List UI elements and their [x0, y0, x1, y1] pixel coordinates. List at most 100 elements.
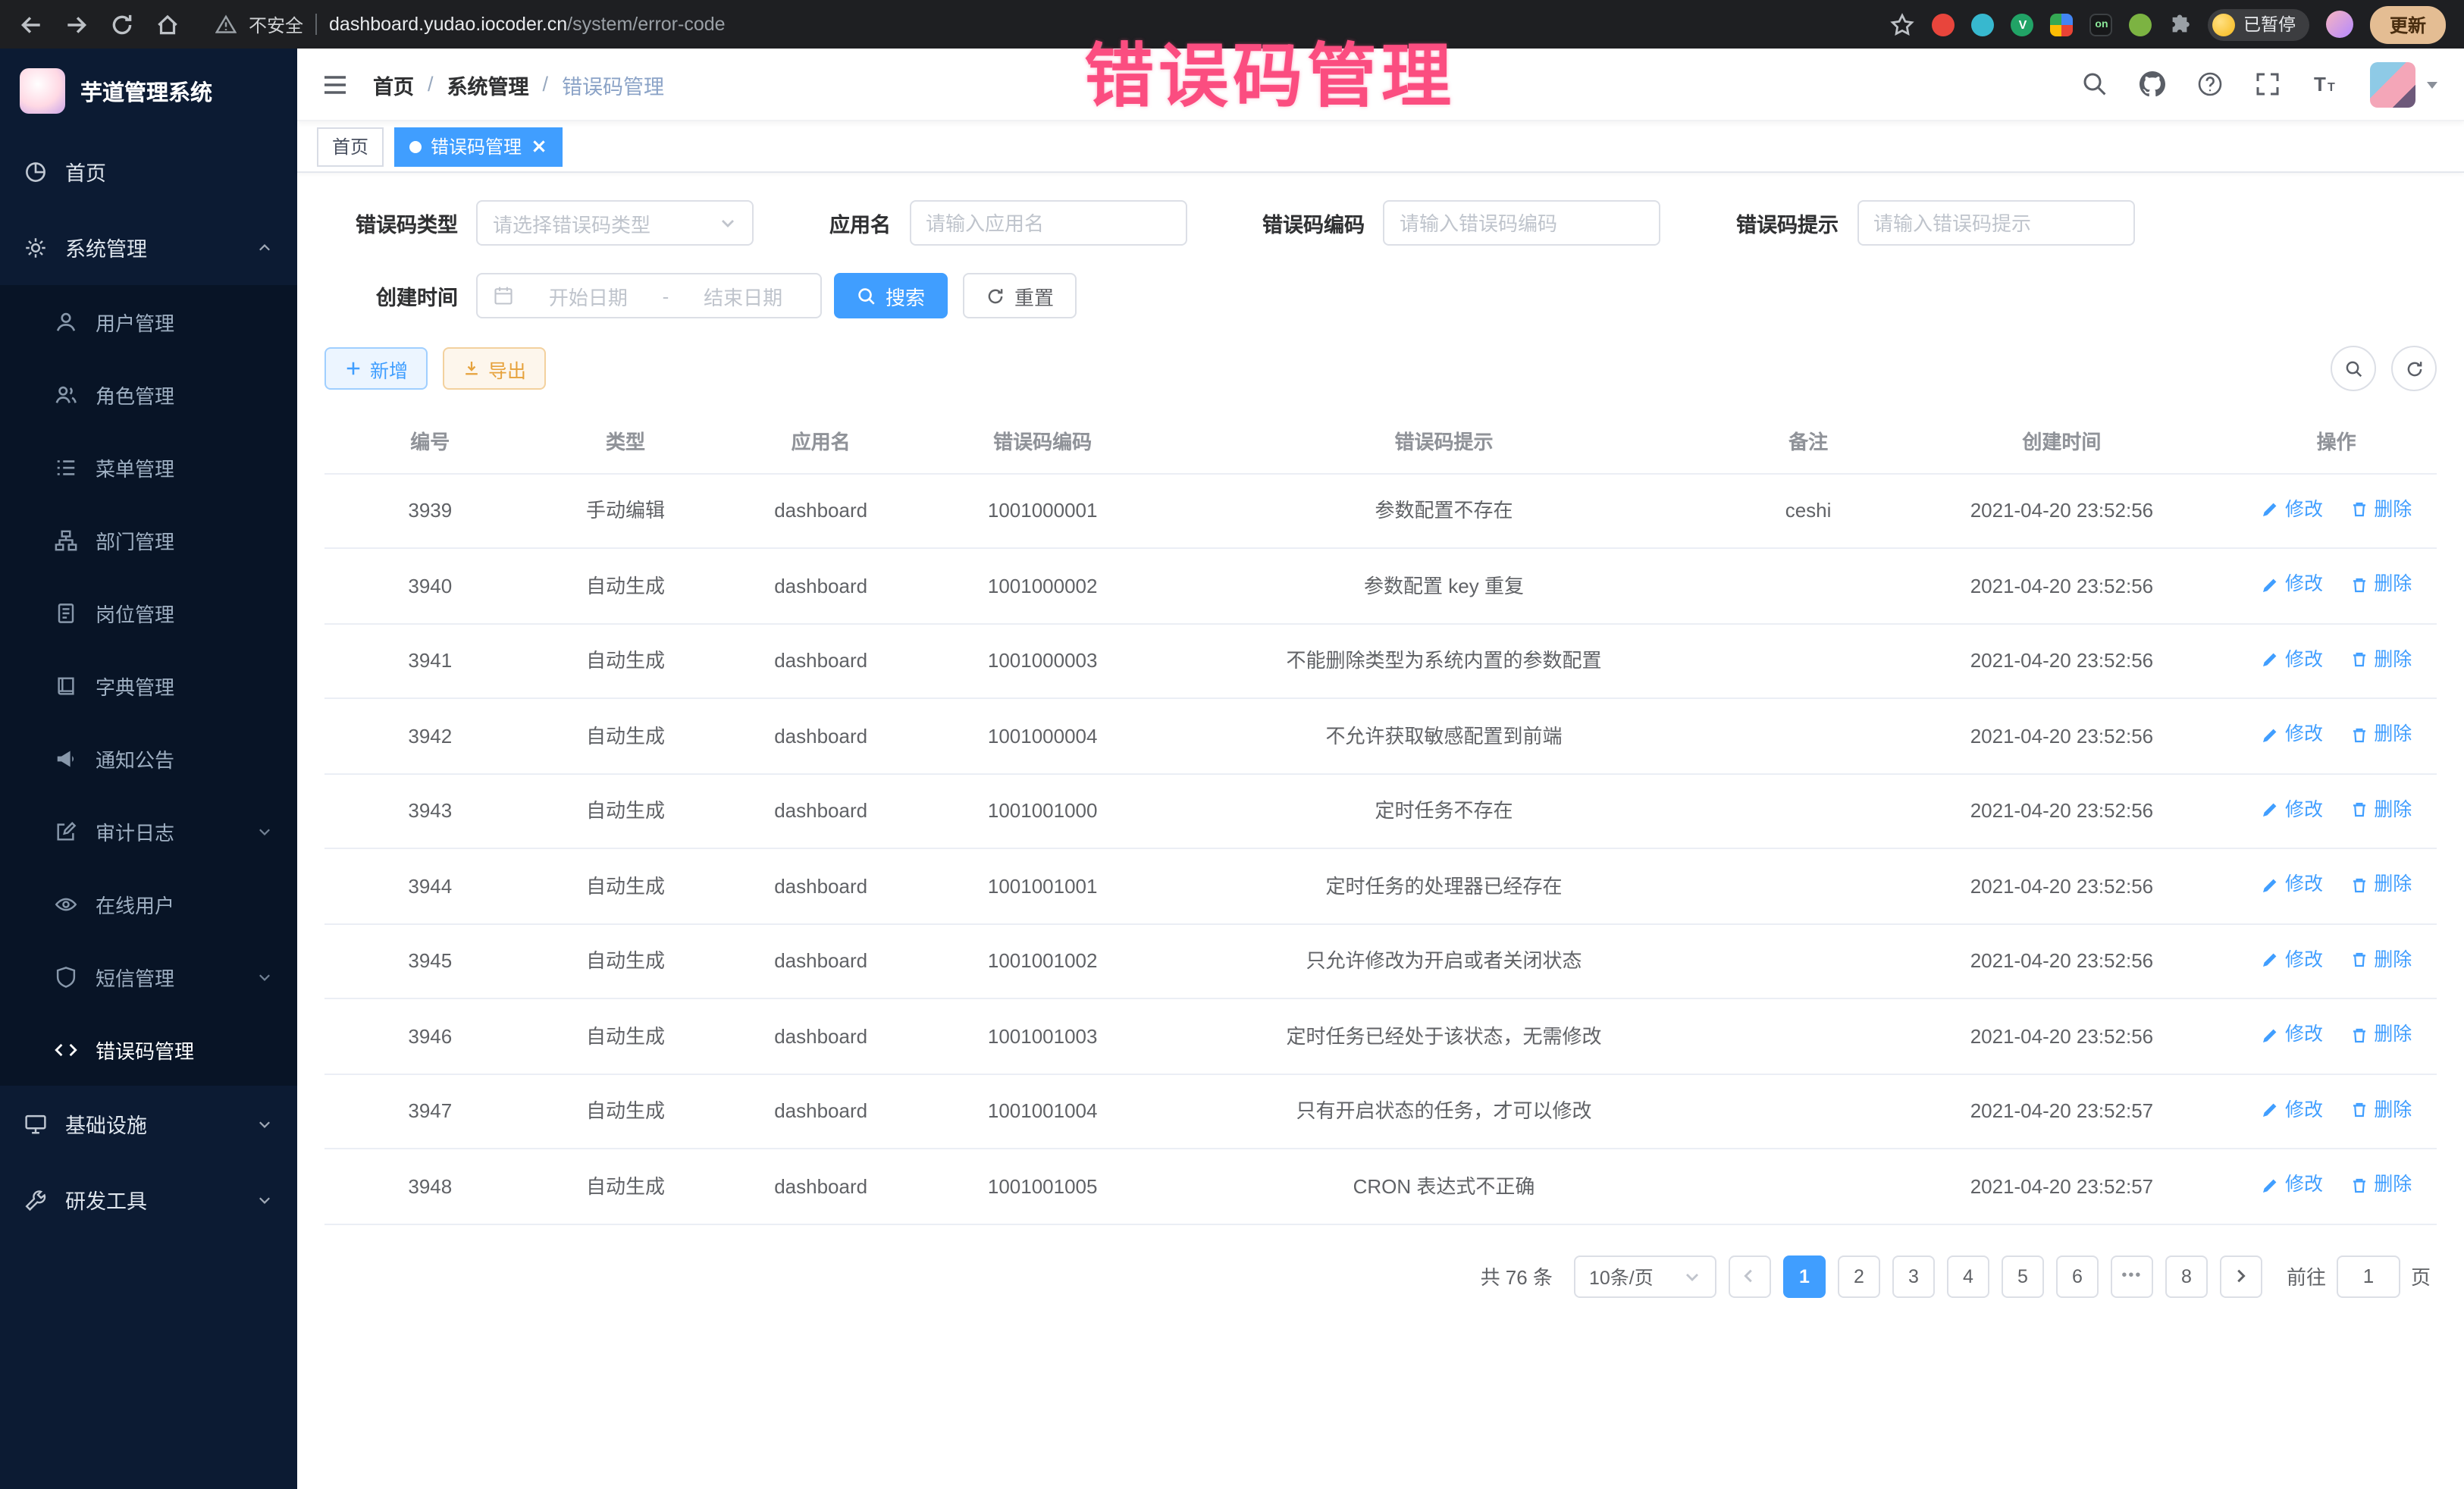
menu-fold-icon[interactable]: [321, 71, 349, 98]
close-icon[interactable]: [531, 138, 547, 155]
edit-link[interactable]: 修改: [2261, 1022, 2323, 1048]
sidebar-item-dict[interactable]: 字典管理: [0, 649, 297, 722]
filter-label: 创建时间: [324, 281, 458, 311]
sidebar-item-dept[interactable]: 部门管理: [0, 503, 297, 576]
extensions-puzzle-icon[interactable]: [2169, 13, 2192, 36]
sidebar-item-online[interactable]: 在线用户: [0, 867, 297, 940]
breadcrumb-home[interactable]: 首页: [373, 69, 414, 99]
reset-button[interactable]: 重置: [963, 273, 1077, 318]
extension-icon-teal[interactable]: [1972, 13, 1995, 36]
page-button-1[interactable]: 1: [1783, 1255, 1826, 1297]
page-button-8[interactable]: 8: [2165, 1255, 2208, 1297]
user-avatar[interactable]: [2370, 61, 2440, 107]
page-button-6[interactable]: 6: [2056, 1255, 2099, 1297]
page-button-2[interactable]: 2: [1838, 1255, 1880, 1297]
reload-icon[interactable]: [109, 11, 135, 37]
refresh-button[interactable]: [2391, 346, 2437, 391]
cell-remark: [1729, 773, 1888, 848]
sidebar-item-notice[interactable]: 通知公告: [0, 722, 297, 795]
app-logo[interactable]: 芋道管理系统: [0, 49, 297, 133]
warning-icon: [215, 14, 237, 35]
extension-icon-lime[interactable]: [2130, 13, 2152, 36]
back-icon[interactable]: [18, 11, 44, 37]
export-button[interactable]: 导出: [443, 347, 546, 390]
delete-link[interactable]: 删除: [2350, 1172, 2412, 1198]
sidebar-item-audit[interactable]: 审计日志: [0, 795, 297, 867]
fullscreen-icon[interactable]: [2255, 71, 2281, 97]
edit-link[interactable]: 修改: [2261, 1097, 2323, 1123]
monitor-icon: [24, 1112, 47, 1135]
toggle-search-button[interactable]: [2331, 346, 2376, 391]
edit-square-icon: [55, 820, 77, 842]
sidebar-item-label: 通知公告: [96, 744, 174, 773]
next-page-button[interactable]: [2220, 1255, 2262, 1297]
sidebar-item-label: 字典管理: [96, 671, 174, 700]
error-hint-input[interactable]: [1857, 200, 2134, 246]
edit-link[interactable]: 修改: [2261, 872, 2323, 898]
error-type-select[interactable]: 请选择错误码类型: [476, 200, 754, 246]
page-size-select[interactable]: 10条/页: [1574, 1255, 1716, 1297]
edit-link[interactable]: 修改: [2261, 722, 2323, 748]
date-range-picker[interactable]: 开始日期 - 结束日期: [476, 273, 822, 318]
delete-link[interactable]: 删除: [2350, 722, 2412, 748]
delete-link[interactable]: 删除: [2350, 872, 2412, 898]
delete-link[interactable]: 删除: [2350, 647, 2412, 672]
cell-time: 2021-04-20 23:52:56: [1888, 998, 2237, 1074]
extension-icon-green-v[interactable]: V: [2011, 13, 2034, 36]
more-pages-button[interactable]: •••: [2111, 1255, 2153, 1297]
cell-hint: 定时任务不存在: [1158, 773, 1729, 848]
help-icon[interactable]: [2197, 71, 2223, 97]
cell-remark: [1729, 548, 1888, 623]
add-button[interactable]: 新增: [324, 347, 428, 390]
delete-link[interactable]: 删除: [2350, 797, 2412, 823]
edit-link[interactable]: 修改: [2261, 797, 2323, 823]
table-row: 3940 自动生成 dashboard 1001000002 参数配置 key …: [324, 548, 2437, 623]
extension-icon-grid[interactable]: [2051, 13, 2074, 36]
sidebar-item-error-code[interactable]: 错误码管理: [0, 1013, 297, 1086]
edit-link[interactable]: 修改: [2261, 1172, 2323, 1198]
delete-link[interactable]: 删除: [2350, 947, 2412, 973]
sidebar-item-devtools[interactable]: 研发工具: [0, 1161, 297, 1237]
goto-page-input[interactable]: [2337, 1255, 2400, 1297]
edit-link[interactable]: 修改: [2261, 497, 2323, 522]
browser-profile-avatar[interactable]: [2326, 11, 2353, 38]
page-button-4[interactable]: 4: [1947, 1255, 1989, 1297]
error-code-input[interactable]: [1383, 200, 1660, 246]
bookmark-star-icon[interactable]: [1890, 11, 1916, 37]
address-bar[interactable]: 不安全 dashboard.yudao.iocoder.cn/system/er…: [215, 11, 726, 37]
delete-link[interactable]: 删除: [2350, 1022, 2412, 1048]
edit-link[interactable]: 修改: [2261, 572, 2323, 597]
edit-link[interactable]: 修改: [2261, 947, 2323, 973]
font-size-icon[interactable]: TT: [2312, 71, 2338, 97]
cell-remark: [1729, 848, 1888, 923]
tag-error-code[interactable]: 错误码管理: [394, 127, 563, 166]
extension-icon-red[interactable]: [1933, 13, 1955, 36]
extension-icon-on[interactable]: on: [2090, 13, 2113, 36]
github-icon[interactable]: [2140, 71, 2165, 97]
edit-link[interactable]: 修改: [2261, 647, 2323, 672]
search-icon[interactable]: [2082, 71, 2108, 97]
app-name-input[interactable]: [909, 200, 1187, 246]
breadcrumb-system[interactable]: 系统管理: [447, 69, 529, 99]
sidebar-item-post[interactable]: 岗位管理: [0, 576, 297, 649]
prev-page-button[interactable]: [1729, 1255, 1771, 1297]
search-button[interactable]: 搜索: [834, 273, 948, 318]
delete-link[interactable]: 删除: [2350, 572, 2412, 597]
sidebar-item-sms[interactable]: 短信管理: [0, 940, 297, 1013]
tag-home[interactable]: 首页: [317, 127, 384, 166]
delete-link[interactable]: 删除: [2350, 1097, 2412, 1123]
sidebar-item-menu[interactable]: 菜单管理: [0, 431, 297, 503]
delete-link[interactable]: 删除: [2350, 497, 2412, 522]
page-button-3[interactable]: 3: [1892, 1255, 1935, 1297]
cell-app: dashboard: [715, 623, 926, 698]
page-button-5[interactable]: 5: [2002, 1255, 2044, 1297]
forward-icon[interactable]: [64, 11, 89, 37]
sidebar-item-user[interactable]: 用户管理: [0, 285, 297, 358]
sidebar-item-home[interactable]: 首页: [0, 133, 297, 209]
paused-badge[interactable]: 已暂停: [2209, 8, 2309, 40]
update-button[interactable]: 更新: [2370, 5, 2446, 43]
sidebar-item-infra[interactable]: 基础设施: [0, 1086, 297, 1161]
sidebar-item-role[interactable]: 角色管理: [0, 358, 297, 431]
home-icon[interactable]: [155, 11, 180, 37]
sidebar-item-system[interactable]: 系统管理: [0, 209, 297, 285]
